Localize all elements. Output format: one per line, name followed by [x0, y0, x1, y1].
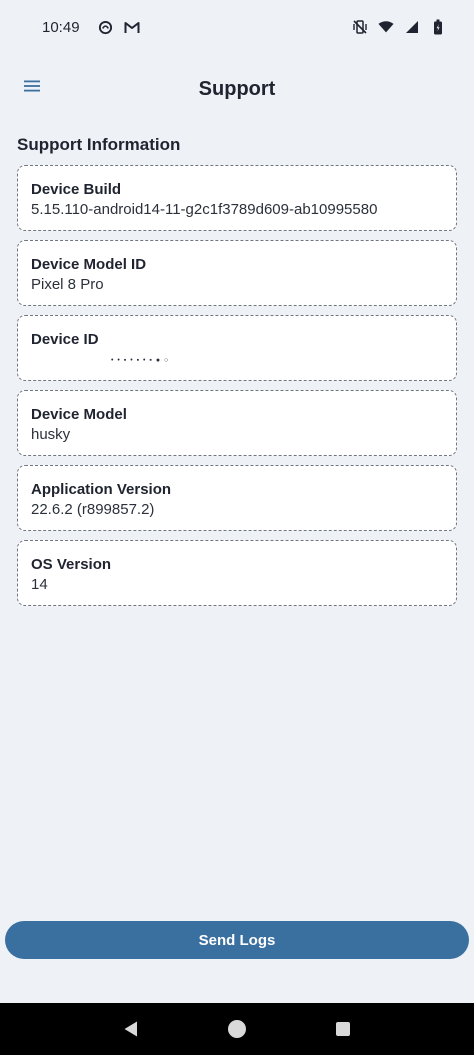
info-card-device-id: Device ID • • ▪ • ▪ • ▪ ● ○ [17, 315, 457, 381]
send-logs-button[interactable]: Send Logs [5, 921, 469, 959]
page-title: Support [198, 77, 276, 100]
section-title: Support Information [17, 135, 181, 154]
status-left-icons [98, 19, 140, 35]
battery-icon [430, 19, 446, 35]
card-label: Device Model [31, 406, 127, 423]
recents-icon[interactable] [331, 1017, 355, 1041]
info-card-os-version: OS Version 14 [17, 540, 457, 606]
menu-button[interactable] [18, 74, 46, 102]
vibrate-off-icon [352, 19, 368, 35]
hamburger-menu-icon [24, 79, 40, 97]
top-app-bar: Support [0, 54, 474, 124]
card-value: 14 [31, 576, 48, 593]
info-card-device-model: Device Model husky [17, 390, 457, 456]
notification-circle-icon [98, 19, 114, 35]
signal-icon [404, 19, 420, 35]
back-icon[interactable] [119, 1017, 143, 1041]
card-label: Application Version [31, 481, 172, 498]
info-card-device-build: Device Build 5.15.110-android14-11-g2c1f… [17, 165, 457, 231]
info-card-device-model-id: Device Model ID Pixel 8 Pro [17, 240, 457, 306]
support-screen: 10:49 Support Support Information Device… [0, 0, 474, 1055]
support-info-list: Device Build 5.15.110-android14-11-g2c1f… [17, 165, 457, 615]
info-card-application-version: Application Version 22.6.2 (r899857.2) [17, 465, 457, 531]
card-label: Device Model ID [31, 256, 147, 273]
gmail-icon [124, 19, 140, 35]
status-bar: 10:49 [0, 0, 474, 54]
status-time: 10:49 [42, 18, 80, 36]
wifi-icon [378, 19, 394, 35]
home-icon[interactable] [225, 1017, 249, 1041]
card-label: OS Version [31, 556, 112, 573]
card-value: husky [31, 426, 71, 443]
card-value: 5.15.110-android14-11-g2c1f3789d609-ab10… [31, 201, 378, 218]
card-value: Pixel 8 Pro [31, 276, 104, 293]
card-value-redacted: • • ▪ • ▪ • ▪ ● ○ [111, 357, 170, 364]
card-label: Device ID [31, 331, 99, 348]
status-right-icons [352, 19, 446, 35]
system-nav-bar [0, 1003, 474, 1055]
card-value: 22.6.2 (r899857.2) [31, 501, 155, 518]
card-label: Device Build [31, 181, 122, 198]
